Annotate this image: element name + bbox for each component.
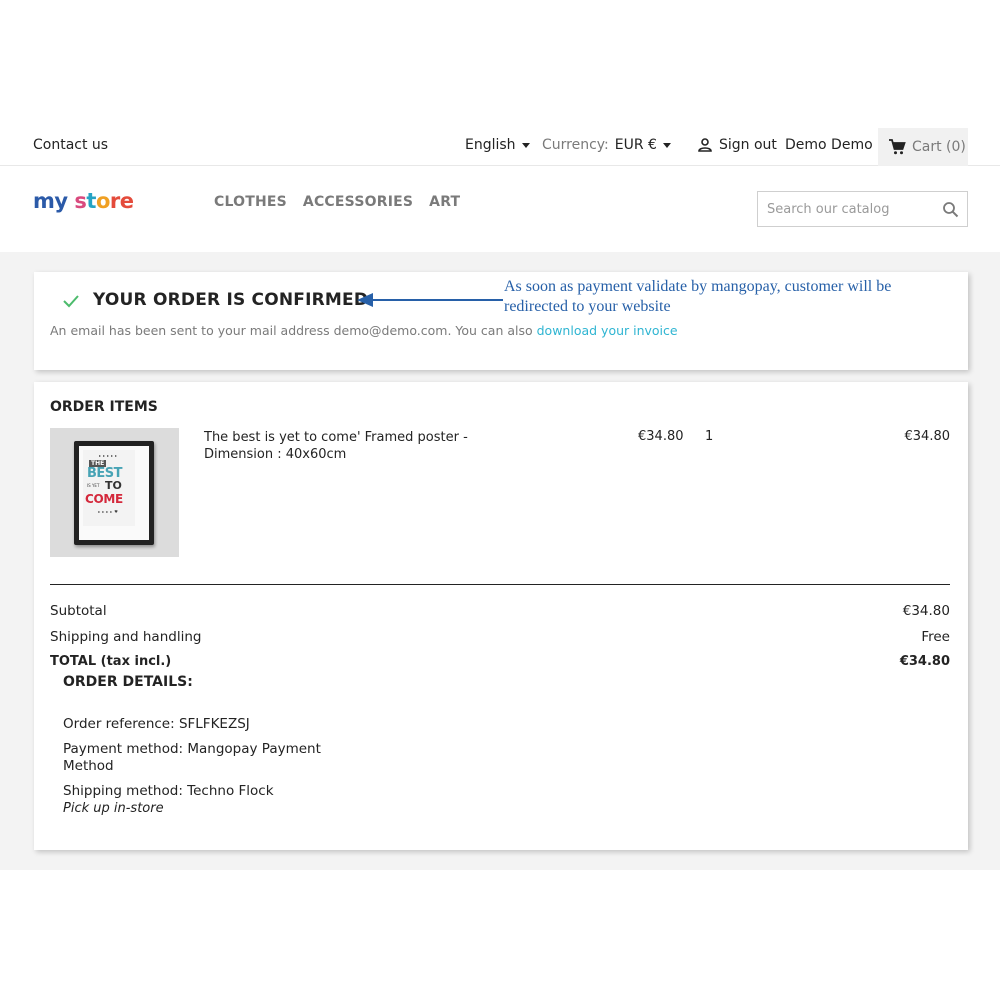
logo-text-re: re: [109, 189, 134, 213]
product-total-price: €34.80: [904, 429, 951, 444]
arrow-left-icon: [357, 293, 503, 307]
poster-dots-top: ▸▸▸▸▸: [98, 453, 120, 458]
poster-text-come: COME: [85, 492, 123, 506]
currency-label: Currency:: [542, 137, 609, 153]
poster-art: ▸▸▸▸▸ THE BEST IS YET TO COME ▸▸▸▸♥: [83, 450, 135, 526]
divider: [50, 584, 950, 585]
total-label: TOTAL (tax incl.): [50, 654, 172, 669]
sign-out-label: Sign out: [719, 137, 777, 153]
cart-icon: [889, 139, 906, 155]
poster-text-is-yet: IS YET: [87, 483, 100, 488]
payment-method: Payment method: Mangopay Payment Method: [63, 741, 321, 774]
main-menu: CLOTHES ACCESSORIES ART: [214, 194, 460, 210]
logo-text-t: t: [86, 189, 96, 213]
sign-out-link[interactable]: Sign out: [697, 137, 777, 153]
store-logo[interactable]: my store: [33, 189, 134, 213]
confirmation-title: YOUR ORDER IS CONFIRMED: [93, 290, 369, 310]
menu-item-clothes[interactable]: CLOTHES: [214, 194, 287, 210]
account-name-link[interactable]: Demo Demo: [785, 137, 873, 153]
caret-down-icon: [662, 142, 671, 148]
user-icon: [698, 138, 712, 152]
poster-text-to: TO: [105, 479, 122, 492]
subtotal-row: Subtotal €34.80: [50, 603, 950, 619]
search-icon[interactable]: [942, 201, 959, 218]
subtotal-value: €34.80: [902, 603, 950, 619]
order-items-card: ORDER ITEMS ▸▸▸▸▸ THE BEST IS YET TO COM…: [34, 382, 968, 850]
contact-us-link[interactable]: Contact us: [33, 137, 108, 153]
language-selector[interactable]: English: [465, 137, 530, 153]
order-confirmation-card: YOUR ORDER IS CONFIRMED As soon as payme…: [34, 272, 968, 370]
logo-text-my: my: [33, 189, 68, 213]
currency-value: EUR €: [614, 137, 657, 153]
top-nav-bar: Contact us English Currency: EUR € Sign …: [0, 128, 1000, 166]
total-value: €34.80: [899, 654, 950, 669]
site-header: my store CLOTHES ACCESSORIES ART: [0, 166, 1000, 252]
poster-dots-bottom: ▸▸▸▸♥: [98, 509, 120, 514]
annotation-callout: As soon as payment validate by mangopay,…: [504, 278, 892, 315]
download-invoice-link[interactable]: download your invoice: [537, 323, 678, 338]
subtotal-label: Subtotal: [50, 603, 107, 619]
product-thumbnail[interactable]: ▸▸▸▸▸ THE BEST IS YET TO COME ▸▸▸▸♥: [50, 428, 179, 557]
shipping-row: Shipping and handling Free: [50, 629, 950, 645]
order-details-heading: ORDER DETAILS:: [63, 674, 193, 690]
search-box: [757, 191, 968, 227]
product-quantity: 1: [705, 429, 714, 444]
logo-text-o: o: [95, 189, 110, 213]
logo-text-s: s: [67, 189, 87, 213]
total-row: TOTAL (tax incl.) €34.80: [50, 654, 950, 669]
cart-label: Cart (0): [912, 139, 966, 155]
shipping-label: Shipping and handling: [50, 629, 202, 645]
product-unit-price: €34.80: [638, 429, 684, 444]
order-reference: Order reference: SFLFKEZSJ: [63, 716, 250, 732]
caret-down-icon: [521, 142, 530, 148]
product-name: The best is yet to come' Framed poster -…: [204, 430, 468, 462]
poster-frame-image: ▸▸▸▸▸ THE BEST IS YET TO COME ▸▸▸▸♥: [74, 441, 154, 545]
search-input[interactable]: [758, 192, 933, 226]
menu-item-art[interactable]: ART: [429, 194, 460, 210]
shipping-method: Shipping method: Techno Flock: [63, 783, 274, 799]
main-content: YOUR ORDER IS CONFIRMED As soon as payme…: [0, 252, 1000, 870]
order-items-heading: ORDER ITEMS: [50, 399, 158, 415]
shipping-method-note: Pick up in-store: [63, 801, 164, 816]
confirmation-note: An email has been sent to your mail addr…: [50, 323, 678, 338]
language-label: English: [465, 137, 516, 153]
confirmation-note-text: An email has been sent to your mail addr…: [50, 323, 537, 338]
shipping-value: Free: [921, 629, 950, 645]
cart-button[interactable]: Cart (0): [878, 128, 968, 166]
currency-selector[interactable]: Currency: EUR €: [542, 137, 671, 153]
menu-item-accessories[interactable]: ACCESSORIES: [303, 194, 413, 210]
check-icon: [63, 295, 79, 308]
